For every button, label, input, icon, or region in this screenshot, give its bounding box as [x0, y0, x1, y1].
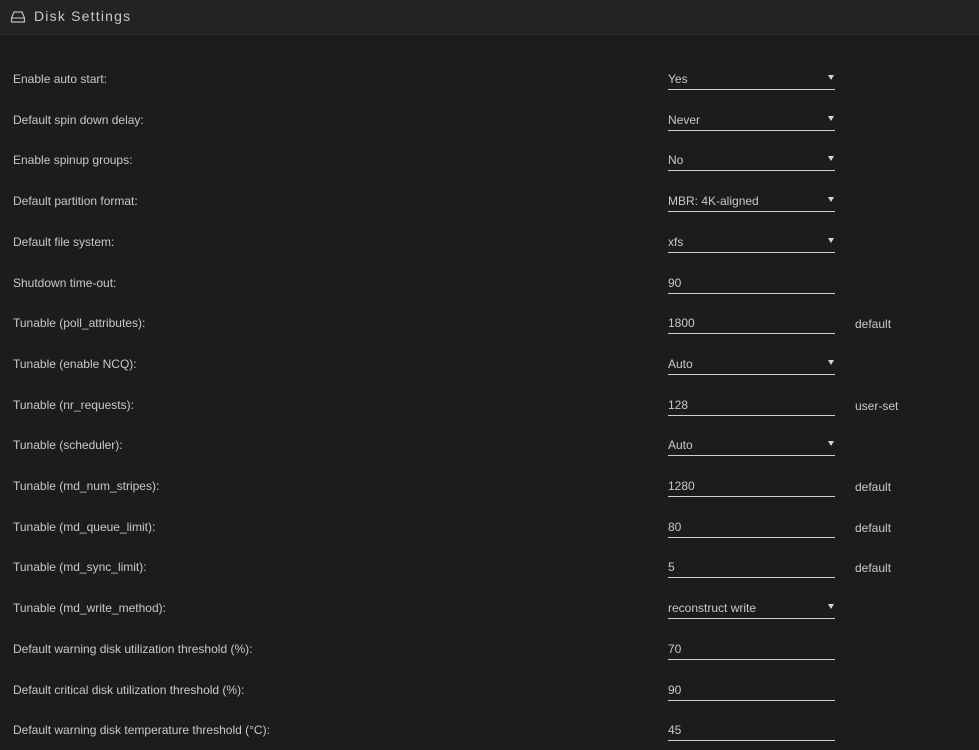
input-tunable-nr-requests[interactable]: 128 [668, 398, 835, 416]
setting-note: default [855, 480, 892, 494]
select-default-file-system[interactable]: xfs [668, 235, 835, 253]
select-tunable-md-write-method[interactable]: reconstruct write [668, 601, 835, 619]
setting-label-enable-spinup-groups: Enable spinup groups: [13, 153, 133, 167]
setting-label-tunable-enable-ncq: Tunable (enable NCQ): [13, 357, 137, 371]
input-default-critical-disk-utilization-threshold[interactable]: 90 [668, 683, 835, 701]
field-value: 5 [668, 560, 675, 574]
setting-note: default [855, 317, 892, 331]
field-value: Auto [668, 357, 693, 371]
dropdown-arrow-icon [828, 441, 834, 446]
setting-label-default-partition-format: Default partition format: [13, 194, 138, 208]
setting-label-tunable-poll-attributes: Tunable (poll_attributes): [13, 316, 146, 330]
select-enable-auto-start[interactable]: Yes [668, 72, 835, 90]
setting-label-tunable-md-sync-limit: Tunable (md_sync_limit): [13, 560, 147, 574]
field-value: Yes [668, 72, 688, 86]
setting-label-default-critical-disk-utilization-threshold: Default critical disk utilization thresh… [13, 683, 245, 697]
setting-note: default [855, 521, 892, 535]
dropdown-arrow-icon [828, 116, 834, 121]
settings-list: Enable auto start: Yes Default spin down d… [0, 0, 979, 750]
setting-label-default-warning-disk-temperature-threshold-c: Default warning disk temperature thresho… [13, 723, 270, 737]
dropdown-arrow-icon [828, 604, 834, 609]
setting-label-default-spin-down-delay: Default spin down delay: [13, 113, 144, 127]
field-value: reconstruct write [668, 601, 757, 615]
select-tunable-scheduler[interactable]: Auto [668, 438, 835, 456]
field-value: 128 [668, 398, 689, 412]
select-enable-spinup-groups[interactable]: No [668, 153, 835, 171]
input-tunable-md-queue-limit[interactable]: 80 [668, 520, 835, 538]
setting-label-tunable-md-write-method: Tunable (md_write_method): [13, 601, 166, 615]
setting-note: default [855, 561, 892, 575]
input-shutdown-time-out[interactable]: 90 [668, 276, 835, 294]
dropdown-arrow-icon [828, 156, 834, 161]
field-value: 1800 [668, 316, 695, 330]
field-value: Auto [668, 438, 693, 452]
setting-label-tunable-scheduler: Tunable (scheduler): [13, 438, 123, 452]
field-value: No [668, 153, 684, 167]
dropdown-arrow-icon [828, 197, 834, 202]
select-tunable-enable-ncq[interactable]: Auto [668, 357, 835, 375]
input-default-warning-disk-temperature-threshold-c[interactable]: 45 [668, 723, 835, 741]
setting-label-enable-auto-start: Enable auto start: [13, 72, 108, 86]
dropdown-arrow-icon [828, 360, 834, 365]
input-tunable-md-num-stripes[interactable]: 1280 [668, 479, 835, 497]
setting-label-default-warning-disk-utilization-threshold: Default warning disk utilization thresho… [13, 642, 253, 656]
setting-label-default-file-system: Default file system: [13, 235, 115, 249]
field-value: 90 [668, 276, 682, 290]
field-value: xfs [668, 235, 684, 249]
input-tunable-md-sync-limit[interactable]: 5 [668, 560, 835, 578]
input-tunable-poll-attributes[interactable]: 1800 [668, 316, 835, 334]
field-value: 80 [668, 520, 682, 534]
field-value: Never [668, 113, 701, 127]
select-default-partition-format[interactable]: MBR: 4K-aligned [668, 194, 835, 212]
field-value: 45 [668, 723, 682, 737]
input-default-warning-disk-utilization-threshold[interactable]: 70 [668, 642, 835, 660]
field-value: 90 [668, 683, 682, 697]
setting-label-tunable-nr-requests: Tunable (nr_requests): [13, 398, 134, 412]
setting-note: user-set [855, 399, 899, 413]
field-value: MBR: 4K-aligned [668, 194, 759, 208]
dropdown-arrow-icon [828, 238, 834, 243]
setting-label-tunable-md-queue-limit: Tunable (md_queue_limit): [13, 520, 156, 534]
dropdown-arrow-icon [828, 75, 834, 80]
select-default-spin-down-delay[interactable]: Never [668, 113, 835, 131]
setting-label-shutdown-time-out: Shutdown time-out: [13, 276, 117, 290]
setting-label-tunable-md-num-stripes: Tunable (md_num_stripes): [13, 479, 160, 493]
field-value: 70 [668, 642, 682, 656]
field-value: 1280 [668, 479, 695, 493]
